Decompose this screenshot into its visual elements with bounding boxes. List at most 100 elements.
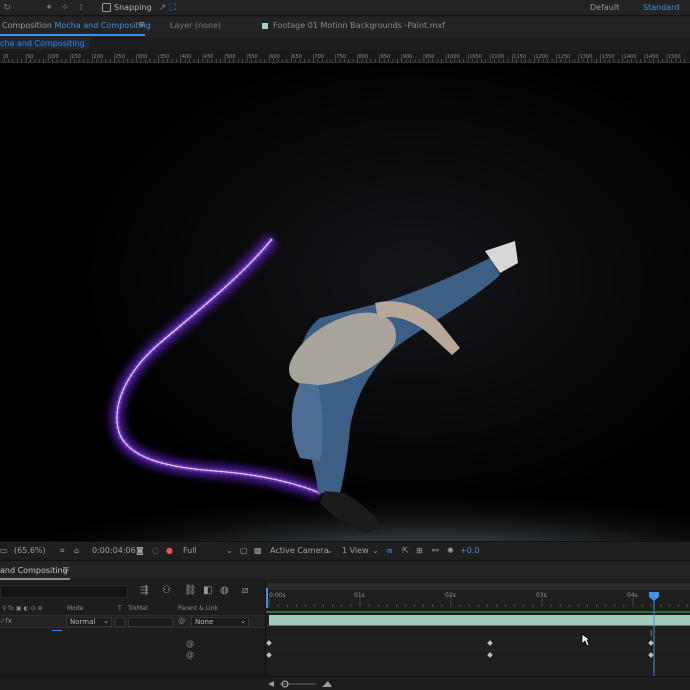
ruler-label: 300 [138, 54, 148, 60]
ruler-label: 550 [248, 54, 258, 60]
time-label: 04s [627, 592, 638, 599]
snapping-checkbox[interactable] [102, 3, 111, 12]
top-toolbar: ↻ ✦ ✧ ⟟ Snapping ↗ ⛶ Default Standard [0, 0, 690, 16]
mode-column-header: Mode [67, 605, 84, 612]
ruler-label: 600 [270, 54, 280, 60]
time-label: 01s [354, 592, 365, 599]
timeline-bottom-bar [0, 676, 690, 690]
layer-t-checkbox[interactable] [115, 617, 125, 627]
layer-parent-select[interactable]: None ⌄ [191, 617, 249, 627]
layer-row[interactable]: ⁄ fx Normal ⌄ @ None ⌄ [0, 615, 265, 628]
transparency-grid-icon[interactable]: ▩ [254, 546, 262, 555]
keyframes [266, 640, 654, 658]
breadcrumb[interactable]: cha and Compositing [0, 38, 89, 49]
view-chevron-icon[interactable]: ⌄ [372, 546, 379, 555]
ruler-label: 400 [182, 54, 192, 60]
keyframe [487, 652, 493, 658]
ruler-label: 850 [381, 54, 391, 60]
work-area-bar [266, 583, 690, 590]
flowchart-icon[interactable]: ⚯ [432, 546, 439, 555]
shy-layers-icon[interactable]: ⚇ [162, 585, 171, 596]
snapshot-icon[interactable]: ◙ [136, 546, 144, 555]
roi-icon[interactable]: ▢ [240, 546, 248, 555]
composition-viewer[interactable] [0, 63, 690, 541]
workspace-standard[interactable]: Standard [643, 3, 679, 12]
region-icon[interactable]: ▭ [0, 546, 8, 555]
horizontal-ruler: 0 50 100 150 200 250 300 350 400 450 500 550 600 650 7… [0, 51, 690, 63]
ruler-label: 1250 [558, 54, 571, 60]
mouse-cursor-icon [581, 633, 591, 647]
puppet-tool-icon[interactable]: ✦ [44, 3, 54, 13]
fast-preview-icon[interactable]: ⇱ [402, 546, 409, 555]
timeline-column-headers: ⚲ fx ▣ ◐ ⊙ ⊚ Mode T TrkMat Parent & Link [0, 604, 265, 615]
zoom-out-icon [268, 681, 274, 687]
keyframe [648, 640, 654, 646]
tab-footage[interactable]: Footage 01 Motion Backgrounds -Paint.mxf [262, 21, 445, 30]
pin-tool-icon[interactable]: ✧ [60, 3, 70, 13]
rotate-tool-icon[interactable]: ↻ [2, 3, 12, 13]
timeline-icon[interactable]: ⊞ [416, 546, 423, 555]
exposure-value[interactable]: +0.0 [460, 546, 479, 555]
show-snapshot-icon[interactable]: ◌ [152, 546, 159, 555]
timeline-search-input[interactable] [0, 585, 128, 598]
timeline-graph[interactable]: 0:00s 01s 02s 03s 04s I [265, 580, 690, 690]
exposure-reset-icon[interactable]: ✺ [447, 546, 454, 555]
keyframe [648, 652, 654, 658]
layer-switches-icons[interactable]: ⁄ fx [2, 617, 12, 625]
view-layout-select[interactable]: 1 View [342, 546, 369, 555]
layer-trkmat-select[interactable] [128, 617, 173, 627]
grid-icon[interactable]: ⌗ [60, 546, 65, 556]
ruler-label: 1100 [491, 54, 504, 60]
ruler-label: 750 [337, 54, 347, 60]
svg-text:I: I [650, 629, 652, 638]
snap-features-icon[interactable]: ⛶ [168, 3, 178, 13]
channel-icon[interactable]: ● [166, 546, 173, 555]
tool-icons: ↻ ✦ ✧ ⟟ [2, 3, 86, 13]
resolution-chevron-icon[interactable]: ⌄ [226, 546, 233, 555]
ruler-label: 350 [160, 54, 170, 60]
graph-editor-icon[interactable]: ◍ [220, 585, 229, 596]
time-label: 02s [445, 592, 456, 599]
snap-edges-icon[interactable]: ↗ [158, 3, 168, 13]
property-pickwhip-icon[interactable]: @ [186, 639, 194, 648]
parent-column-header: Parent & Link [178, 605, 218, 612]
switches-header-icons: ⚲ fx ▣ ◐ ⊙ ⊚ [2, 605, 43, 612]
timeline-tab-menu-icon[interactable]: ≡ [62, 565, 70, 575]
draft-3d-icon[interactable]: ⧄ [242, 585, 248, 596]
resolution-select[interactable]: Full [183, 546, 197, 555]
current-timecode[interactable]: 0:00:04:06 [92, 546, 136, 555]
property-pickwhip-icon[interactable]: @ [186, 650, 194, 659]
ruler-label: 150 [71, 54, 81, 60]
breadcrumb-bar: cha and Compositing [0, 37, 690, 51]
ruler-label: 450 [204, 54, 214, 60]
comp-flow-icon[interactable]: ⇶ [140, 585, 148, 596]
tab-layer[interactable]: Layer (none) [170, 21, 221, 30]
tab-menu-icon[interactable]: ≡ [138, 20, 146, 30]
frame-blending-icon[interactable]: ⛓ [184, 585, 197, 596]
viewer-frame [0, 63, 690, 541]
timeline-tab[interactable]: and Compositing [0, 566, 68, 575]
workspace-default[interactable]: Default [590, 3, 619, 12]
roto-tool-icon[interactable]: ⟟ [76, 3, 86, 13]
ruler-label: 1400 [624, 54, 637, 60]
ruler-label: 500 [226, 54, 236, 60]
ruler-label: 1050 [469, 54, 482, 60]
ruler-label: 1450 [646, 54, 659, 60]
in-marker [266, 588, 268, 608]
tab-composition[interactable]: Composition Mocha and Compositing [2, 21, 151, 30]
pickwhip-icon[interactable]: @ [178, 617, 185, 625]
ruler-label: 650 [292, 54, 302, 60]
motion-blur-icon[interactable]: ◧ [203, 585, 212, 596]
timeline-graph-svg: 0:00s 01s 02s 03s 04s I [266, 583, 690, 690]
mask-icon[interactable]: ⌂ [74, 546, 79, 555]
zoom-level[interactable]: (65.6%) [14, 546, 46, 555]
ruler-label: 250 [116, 54, 126, 60]
time-label: 0:00s [269, 592, 286, 599]
camera-chevron-icon[interactable]: ⌄ [326, 546, 333, 555]
tab-composition-prefix: Composition [2, 21, 52, 30]
toggle-pixel-icon[interactable]: ⧈ [387, 546, 392, 556]
camera-select[interactable]: Active Camera [270, 546, 329, 555]
ruler-label: 1350 [602, 54, 615, 60]
layer-mode-select[interactable]: Normal ⌄ [66, 617, 112, 627]
ruler-label: 900 [403, 54, 413, 60]
